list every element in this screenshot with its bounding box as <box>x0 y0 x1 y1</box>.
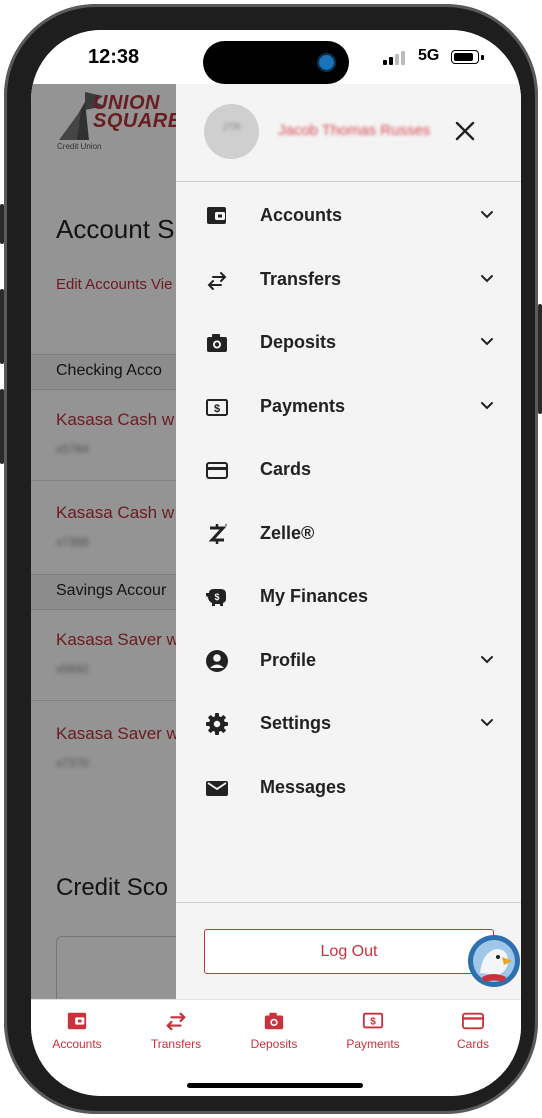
menu-item-accounts[interactable]: Accounts <box>176 187 521 247</box>
logout-button[interactable]: Log Out <box>204 929 494 974</box>
menu-item-my-finances[interactable]: $ My Finances <box>176 568 521 628</box>
camera-icon <box>264 1012 284 1030</box>
mascot-chat-icon[interactable] <box>468 935 520 987</box>
menu-item-label: Profile <box>260 650 317 670</box>
battery-tip <box>481 55 484 60</box>
home-indicator[interactable] <box>187 1083 363 1088</box>
tab-label: Transfers <box>150 1037 202 1051</box>
menu-item-profile[interactable]: Profile <box>176 632 521 692</box>
transfer-arrows-icon <box>207 272 227 290</box>
menu-item-label: Zelle® <box>260 523 315 543</box>
menu-item-label: Cards <box>260 459 312 479</box>
credit-card-icon <box>462 1012 484 1030</box>
dynamic-island <box>203 41 349 84</box>
menu-item-label: Deposits <box>260 332 337 352</box>
camera-icon <box>207 334 227 352</box>
chevron-down-icon <box>481 656 493 664</box>
volume-up-button <box>0 289 4 364</box>
tab-label: Deposits <box>250 1037 298 1051</box>
svg-text:$: $ <box>214 403 220 415</box>
svg-text:$: $ <box>214 592 219 602</box>
tab-deposits[interactable]: Deposits <box>229 1010 319 1060</box>
avatar-initials: JTR <box>222 122 241 133</box>
chevron-down-icon <box>481 338 493 346</box>
power-button <box>538 304 542 414</box>
menu-item-transfers[interactable]: Transfers <box>176 251 521 311</box>
zelle-icon <box>208 523 228 544</box>
menu-item-label: Settings <box>260 713 332 733</box>
transfer-arrows-icon <box>166 1012 186 1031</box>
menu-item-label: Messages <box>260 777 347 797</box>
tab-transfers[interactable]: Transfers <box>131 1010 221 1060</box>
menu-item-label: My Finances <box>260 586 369 606</box>
menu-item-settings[interactable]: Settings <box>176 695 521 755</box>
menu-item-zelle[interactable]: Zelle® <box>176 505 521 565</box>
avatar: JTR <box>204 104 259 159</box>
volume-down-button <box>0 389 4 464</box>
drawer-footer-divider <box>176 902 521 903</box>
tab-label: Accounts <box>52 1037 102 1051</box>
phone-screen: 12:38 5G UNION SQUARE Credit Union Accou… <box>31 30 521 1096</box>
chevron-down-icon <box>481 402 493 410</box>
tab-label: Cards <box>456 1037 489 1051</box>
menu-item-payments[interactable]: $ Payments <box>176 378 521 438</box>
user-circle-icon <box>206 650 228 672</box>
user-name: Jacob Thomas Russes <box>278 122 431 139</box>
wallet-icon <box>67 1012 87 1030</box>
tab-payments[interactable]: $ Payments <box>328 1010 418 1060</box>
menu-item-label: Accounts <box>260 205 343 225</box>
bottom-tab-bar: Accounts Transfers Deposits $ Payments C… <box>31 999 521 1096</box>
gear-icon <box>206 713 228 735</box>
menu-item-label: Transfers <box>260 269 342 289</box>
camera-indicator <box>317 53 336 72</box>
close-icon[interactable] <box>454 120 476 142</box>
signal-icon <box>383 51 405 65</box>
chevron-down-icon <box>481 211 493 219</box>
menu-item-deposits[interactable]: Deposits <box>176 314 521 374</box>
tab-label: Payments <box>346 1037 400 1051</box>
wallet-icon <box>207 207 226 224</box>
battery-icon <box>451 50 479 64</box>
menu-item-label: Payments <box>260 396 346 416</box>
svg-text:$: $ <box>370 1017 376 1028</box>
drawer-overlay[interactable] <box>31 84 176 999</box>
menu-item-cards[interactable]: Cards <box>176 441 521 501</box>
chevron-down-icon <box>481 719 493 727</box>
status-bar: 12:38 5G <box>31 30 521 84</box>
credit-card-icon <box>206 462 228 479</box>
chevron-down-icon <box>481 275 493 283</box>
menu-item-messages[interactable]: Messages <box>176 759 521 819</box>
drawer-header: JTR Jacob Thomas Russes <box>176 84 521 182</box>
tab-cards[interactable]: Cards <box>428 1010 518 1060</box>
navigation-drawer: JTR Jacob Thomas Russes Accounts Transfe… <box>176 84 521 999</box>
piggy-bank-icon: $ <box>206 589 226 606</box>
dollar-bill-icon: $ <box>206 399 228 416</box>
envelope-icon <box>206 781 228 796</box>
dollar-bill-icon: $ <box>362 1012 384 1029</box>
mute-switch <box>0 204 4 244</box>
tab-accounts[interactable]: Accounts <box>32 1010 122 1060</box>
network-type: 5G <box>418 47 440 64</box>
status-time: 12:38 <box>88 46 140 68</box>
